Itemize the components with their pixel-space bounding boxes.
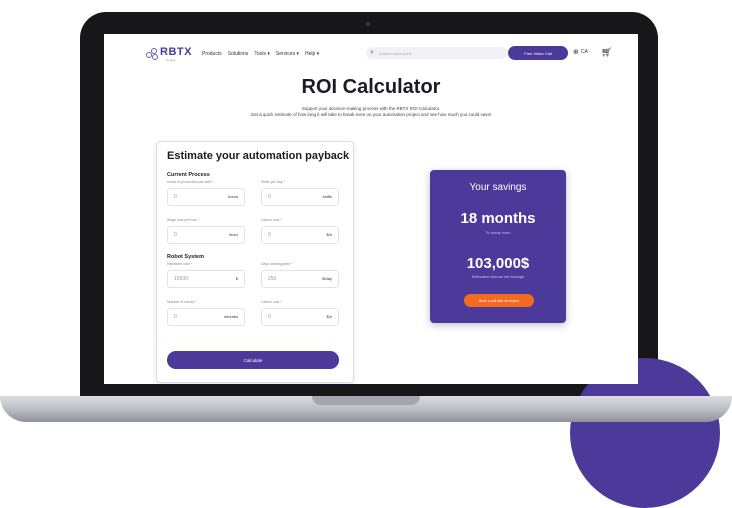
savings-card: Your savings 18 months To break even 103…: [430, 170, 566, 323]
field-value: 0: [174, 232, 177, 238]
field-unit: $: [235, 276, 238, 281]
main-menu: Products Solutions Tools ▾ Services ▾ He…: [202, 51, 319, 57]
menu-item-help[interactable]: Help ▾: [305, 51, 319, 57]
top-navigation: RBTX by igus Products Solutions Tools ▾ …: [104, 34, 638, 74]
language-selector[interactable]: ⊕ CA: [573, 48, 588, 56]
globe-icon: ⊕: [573, 49, 579, 56]
logo-subtext: by igus: [166, 58, 176, 62]
logo-text: RBTX: [160, 46, 192, 58]
field-unit: shifts: [322, 194, 332, 199]
logo[interactable]: RBTX: [146, 46, 192, 60]
field-unit: $/day: [322, 276, 332, 281]
field-unit: minutes: [223, 314, 238, 319]
search-bar[interactable]: ⌕ Search robot parts: [366, 47, 508, 59]
labour-cost-input[interactable]: 0 $/h: [261, 226, 339, 244]
field-label-hours: Hours of production per shift *: [167, 180, 214, 184]
logo-icon: [146, 46, 158, 60]
page-title: ROI Calculator: [301, 76, 441, 98]
search-icon: ⌕: [370, 49, 374, 56]
labour-cost-input-2[interactable]: 0 $/h: [261, 308, 339, 326]
field-value: 0: [174, 194, 177, 200]
field-unit: /hour: [228, 232, 238, 237]
menu-item-services[interactable]: Services ▾: [276, 51, 299, 57]
field-label-wage: Wage cost per hour *: [167, 218, 200, 222]
field-label-robots: Number of robots *: [167, 300, 197, 304]
field-label-hardware: Hardware cost *: [167, 262, 192, 266]
cart-icon[interactable]: 🛒︎: [601, 47, 612, 58]
field-value: 0: [268, 232, 271, 238]
book-call-button[interactable]: Book a call with an expert: [464, 294, 534, 307]
free-video-call-button[interactable]: Free Video Call: [508, 46, 568, 60]
field-label-labour: Labour cost *: [261, 218, 282, 222]
page-intro: Support your decision-making process wit…: [214, 106, 528, 118]
field-value: 0: [268, 194, 271, 200]
days-input[interactable]: 250 $/day: [261, 270, 339, 288]
field-label-shifts: Shifts per day *: [261, 180, 285, 184]
laptop-notch: [312, 396, 420, 405]
field-label-days: Days working/year *: [261, 262, 293, 266]
field-unit: $/h: [326, 314, 332, 319]
hours-input[interactable]: 0 hours: [167, 188, 245, 206]
field-label-labour-2: Labour cost *: [261, 300, 282, 304]
search-placeholder: Search robot parts: [378, 50, 412, 56]
menu-item-tools[interactable]: Tools ▾: [254, 51, 270, 57]
break-even-months: 18 months: [460, 210, 536, 227]
form-title: Estimate your automation payback: [167, 150, 350, 162]
section-current-process: Current Process: [167, 172, 210, 178]
field-value: 250: [268, 276, 277, 282]
intro-line-2: Get a quick estimate of how long it will…: [250, 112, 492, 117]
screen: RBTX by igus Products Solutions Tools ▾ …: [104, 34, 638, 384]
shifts-input[interactable]: 0 shifts: [261, 188, 339, 206]
camera-icon: [366, 22, 370, 26]
field-value: 15000: [174, 276, 188, 282]
section-robot-system: Robot System: [167, 254, 204, 260]
robots-input[interactable]: 0 minutes: [167, 308, 245, 326]
field-unit: $/h: [326, 232, 332, 237]
calculate-button[interactable]: Calculate: [167, 351, 339, 369]
annual-savings-amount: 103,000$: [466, 255, 530, 272]
hardware-cost-input[interactable]: 15000 $: [167, 270, 245, 288]
wage-input[interactable]: 0 /hour: [167, 226, 245, 244]
language-code: CA: [580, 49, 588, 55]
savings-title: Your savings: [469, 182, 527, 193]
field-value: 0: [174, 314, 177, 320]
field-value: 0: [268, 314, 271, 320]
field-unit: hours: [227, 194, 238, 199]
payback-form-card: Estimate your automation payback Current…: [156, 141, 354, 383]
break-even-label: To break even: [485, 230, 511, 235]
menu-item-solutions[interactable]: Solutions: [228, 51, 249, 57]
annual-savings-label: Estimated annual net savings: [471, 274, 525, 279]
menu-item-products[interactable]: Products: [202, 51, 222, 57]
